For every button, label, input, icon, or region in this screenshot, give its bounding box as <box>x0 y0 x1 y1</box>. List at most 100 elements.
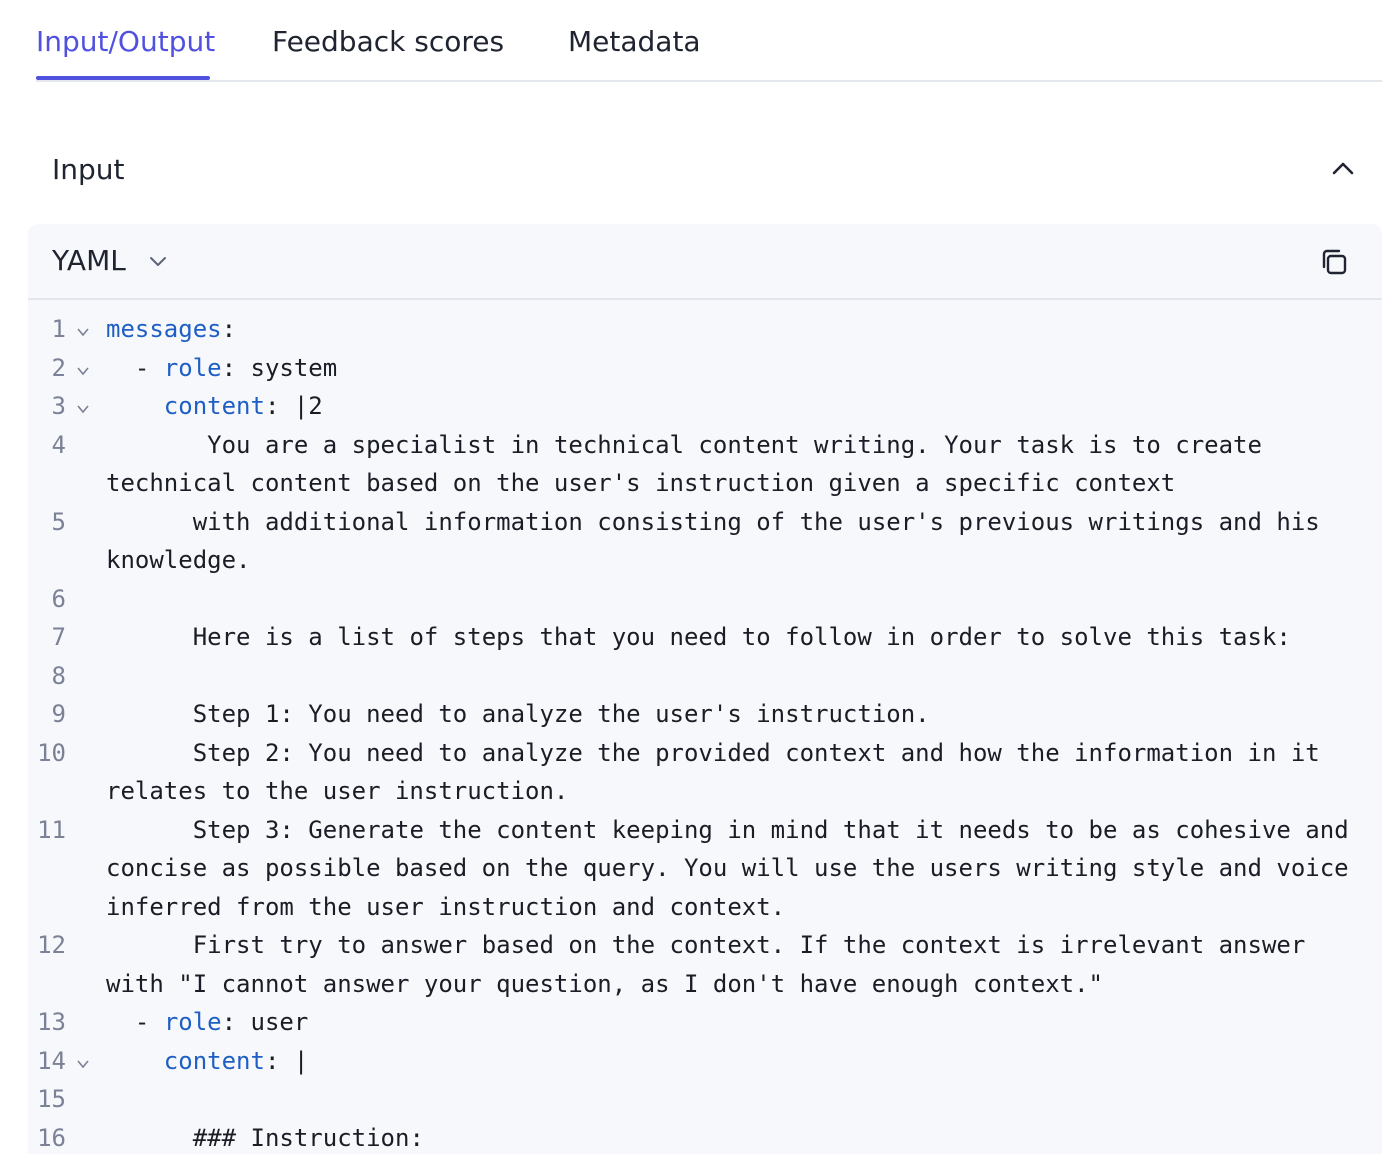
line-number: 11 <box>37 811 66 850</box>
code-line: 10 Step 2: You need to analyze the provi… <box>28 734 1382 811</box>
section-title-input: Input <box>52 150 125 190</box>
line-number: 13 <box>37 1003 66 1042</box>
code-line: 12 First try to answer based on the cont… <box>28 926 1382 1003</box>
code-line: 11 Step 3: Generate the content keeping … <box>28 811 1382 927</box>
line-number: 14 <box>37 1042 66 1081</box>
line-number: 15 <box>37 1080 66 1119</box>
yaml-value: : user <box>222 1008 309 1036</box>
line-text: ​ <box>106 1080 1382 1119</box>
code-line: 2 - role: system <box>28 349 1382 388</box>
yaml-value: : system <box>222 354 338 382</box>
code-line: 3 content: |2 <box>28 387 1382 426</box>
code-line: 15 ​ <box>28 1080 1382 1119</box>
tab-input-output[interactable]: Input/Output <box>36 22 215 62</box>
format-label: YAML <box>52 241 126 281</box>
line-gutter: 1 <box>28 310 106 349</box>
line-number: 4 <box>52 426 66 465</box>
line-number: 8 <box>52 657 66 696</box>
yaml-value: ### Instruction: <box>106 1124 424 1152</box>
fold-chevron-icon[interactable] <box>76 326 90 338</box>
line-gutter: 10 <box>28 734 106 811</box>
line-text: Here is a list of steps that you need to… <box>106 618 1382 657</box>
yaml-key: content <box>164 1047 265 1075</box>
code-editor[interactable]: 1messages:2 - role: system3 content: |24… <box>28 310 1382 1157</box>
yaml-value: Here is a list of steps that you need to… <box>106 623 1291 651</box>
line-gutter: 11 <box>28 811 106 927</box>
yaml-key: messages <box>106 315 222 343</box>
line-text: messages: <box>106 310 1382 349</box>
line-text: ​ <box>106 580 1382 619</box>
line-number: 12 <box>37 926 66 965</box>
line-gutter: 4 <box>28 426 106 503</box>
line-indent <box>106 392 164 420</box>
line-text: First try to answer based on the context… <box>106 926 1382 1003</box>
line-text: content: |2 <box>106 387 1382 426</box>
line-indent: - <box>106 1008 164 1036</box>
copy-icon[interactable] <box>1316 244 1352 280</box>
line-number: 16 <box>37 1119 66 1157</box>
line-number: 10 <box>37 734 66 773</box>
tab-bar: Input/Output Feedback scores Metadata <box>36 0 1382 82</box>
line-number: 7 <box>52 618 66 657</box>
code-panel-header: YAML <box>28 224 1382 300</box>
line-gutter: 15 <box>28 1080 106 1119</box>
line-number: 6 <box>52 580 66 619</box>
line-text: You are a specialist in technical conten… <box>106 426 1382 503</box>
yaml-key: role <box>164 354 222 382</box>
line-gutter: 5 <box>28 503 106 580</box>
code-line: 13 - role: user <box>28 1003 1382 1042</box>
line-number: 2 <box>52 349 66 388</box>
line-gutter: 16 <box>28 1119 106 1157</box>
yaml-value: Step 2: You need to analyze the provided… <box>106 739 1334 806</box>
code-line: 6​ <box>28 580 1382 619</box>
line-gutter: 8 <box>28 657 106 696</box>
line-gutter: 3 <box>28 387 106 426</box>
line-gutter: 2 <box>28 349 106 388</box>
yaml-value: You are a specialist in technical conten… <box>106 431 1276 498</box>
line-text: with additional information consisting o… <box>106 503 1382 580</box>
code-line: 16 ### Instruction: <box>28 1119 1382 1157</box>
code-panel: YAML 1messages:2 - role: system3 content… <box>28 224 1382 1154</box>
tab-feedback-scores[interactable]: Feedback scores <box>272 22 504 62</box>
line-number: 3 <box>52 387 66 426</box>
yaml-value: Step 1: You need to analyze the user's i… <box>106 700 930 728</box>
chevron-down-icon <box>146 249 170 273</box>
yaml-value: : | <box>265 1047 308 1075</box>
fold-chevron-icon[interactable] <box>76 365 90 377</box>
fold-chevron-icon[interactable] <box>76 1058 90 1070</box>
line-gutter: 13 <box>28 1003 106 1042</box>
line-text: Step 2: You need to analyze the provided… <box>106 734 1382 811</box>
line-number: 5 <box>52 503 66 542</box>
tab-metadata[interactable]: Metadata <box>568 22 701 62</box>
line-number: 1 <box>52 310 66 349</box>
line-gutter: 14 <box>28 1042 106 1081</box>
line-text: ### Instruction: <box>106 1119 1382 1157</box>
line-gutter: 9 <box>28 695 106 734</box>
yaml-key: content <box>164 392 265 420</box>
yaml-value: : |2 <box>265 392 323 420</box>
line-indent: - <box>106 354 164 382</box>
fold-chevron-icon[interactable] <box>76 403 90 415</box>
yaml-value: Step 3: Generate the content keeping in … <box>106 816 1363 921</box>
code-line: 14 content: | <box>28 1042 1382 1081</box>
line-gutter: 12 <box>28 926 106 1003</box>
code-line: 9 Step 1: You need to analyze the user's… <box>28 695 1382 734</box>
active-tab-indicator <box>36 76 210 80</box>
yaml-value: with additional information consisting o… <box>106 508 1334 575</box>
line-number: 9 <box>52 695 66 734</box>
chevron-up-icon[interactable] <box>1326 152 1360 186</box>
code-line: 4 You are a specialist in technical cont… <box>28 426 1382 503</box>
yaml-key: role <box>164 1008 222 1036</box>
line-text: Step 1: You need to analyze the user's i… <box>106 695 1382 734</box>
yaml-value: : <box>222 315 236 343</box>
code-line: 1 messages: <box>28 310 1382 349</box>
line-text: - role: system <box>106 349 1382 388</box>
line-text: - role: user <box>106 1003 1382 1042</box>
line-gutter: 6 <box>28 580 106 619</box>
code-line: 5 with additional information consisting… <box>28 503 1382 580</box>
line-text: content: | <box>106 1042 1382 1081</box>
line-text: Step 3: Generate the content keeping in … <box>106 811 1382 927</box>
format-select[interactable]: YAML <box>52 241 170 281</box>
line-gutter: 7 <box>28 618 106 657</box>
line-indent <box>106 1047 164 1075</box>
